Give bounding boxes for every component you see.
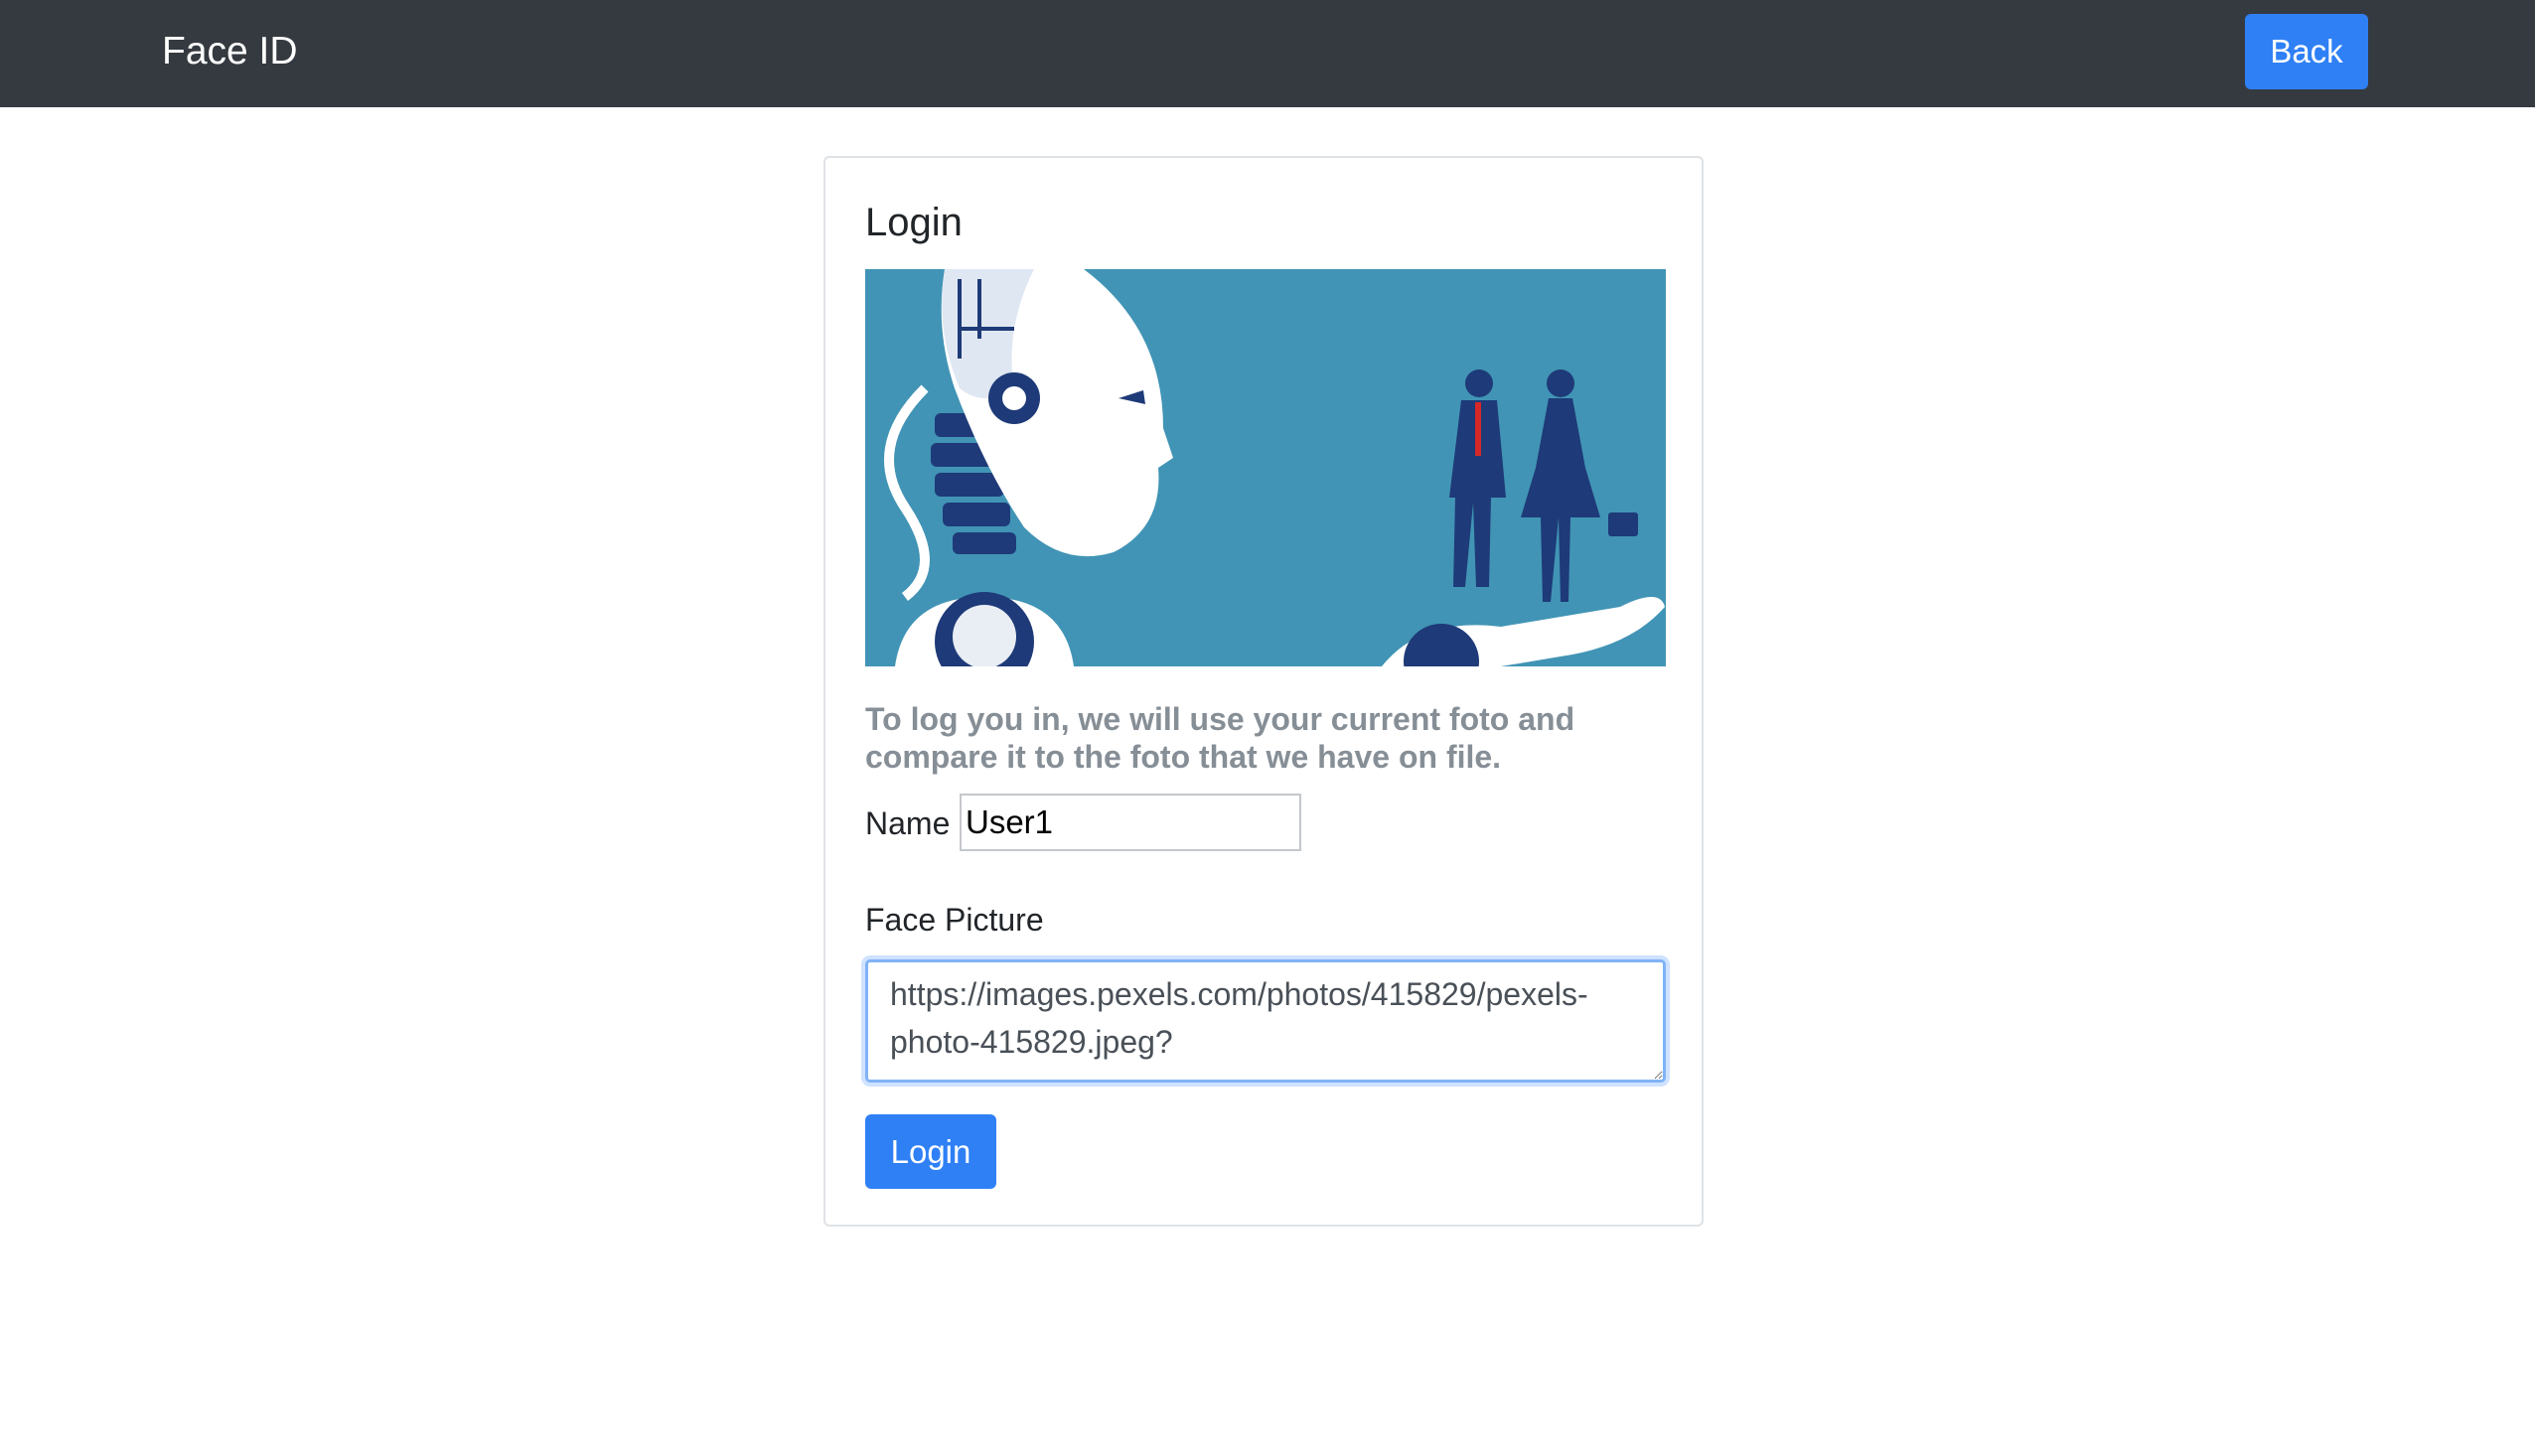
login-card: Login To log you in, we will use your cu… — [823, 156, 1704, 1227]
top-navbar: Face ID Back — [0, 0, 2535, 107]
hero-image — [865, 269, 1666, 666]
face-picture-label: Face Picture — [865, 902, 1044, 938]
robot-illustration — [865, 269, 1666, 666]
name-label: Name — [865, 805, 951, 841]
back-button[interactable]: Back — [2245, 14, 2368, 89]
name-input[interactable] — [960, 794, 1301, 851]
face-picture-textarea[interactable]: https://images.pexels.com/photos/415829/… — [865, 959, 1666, 1083]
card-title: Login — [865, 201, 963, 244]
login-description: To log you in, we will use your current … — [865, 701, 1575, 775]
brand-title[interactable]: Face ID — [162, 22, 298, 81]
login-button[interactable]: Login — [865, 1114, 996, 1189]
